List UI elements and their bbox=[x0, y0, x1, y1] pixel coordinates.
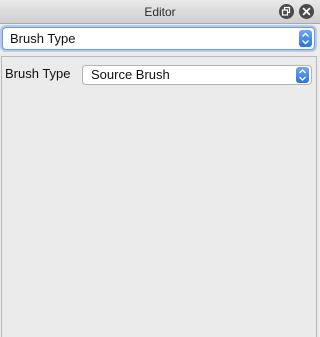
up-down-arrows-icon bbox=[296, 67, 309, 83]
editor-content-panel: Brush Type Source Brush bbox=[1, 56, 317, 337]
brush-type-label: Brush Type bbox=[5, 66, 71, 81]
close-icon[interactable] bbox=[299, 4, 314, 19]
brush-type-select[interactable]: Source Brush bbox=[82, 65, 312, 85]
brush-type-value: Source Brush bbox=[91, 67, 170, 82]
panel-type-value: Brush Type bbox=[10, 31, 76, 46]
up-down-arrows-icon bbox=[299, 30, 312, 47]
panel-type-select[interactable]: Brush Type bbox=[2, 27, 315, 50]
float-window-icon[interactable] bbox=[279, 4, 294, 19]
window-title: Editor bbox=[144, 5, 176, 19]
window-titlebar: Editor bbox=[0, 0, 320, 24]
